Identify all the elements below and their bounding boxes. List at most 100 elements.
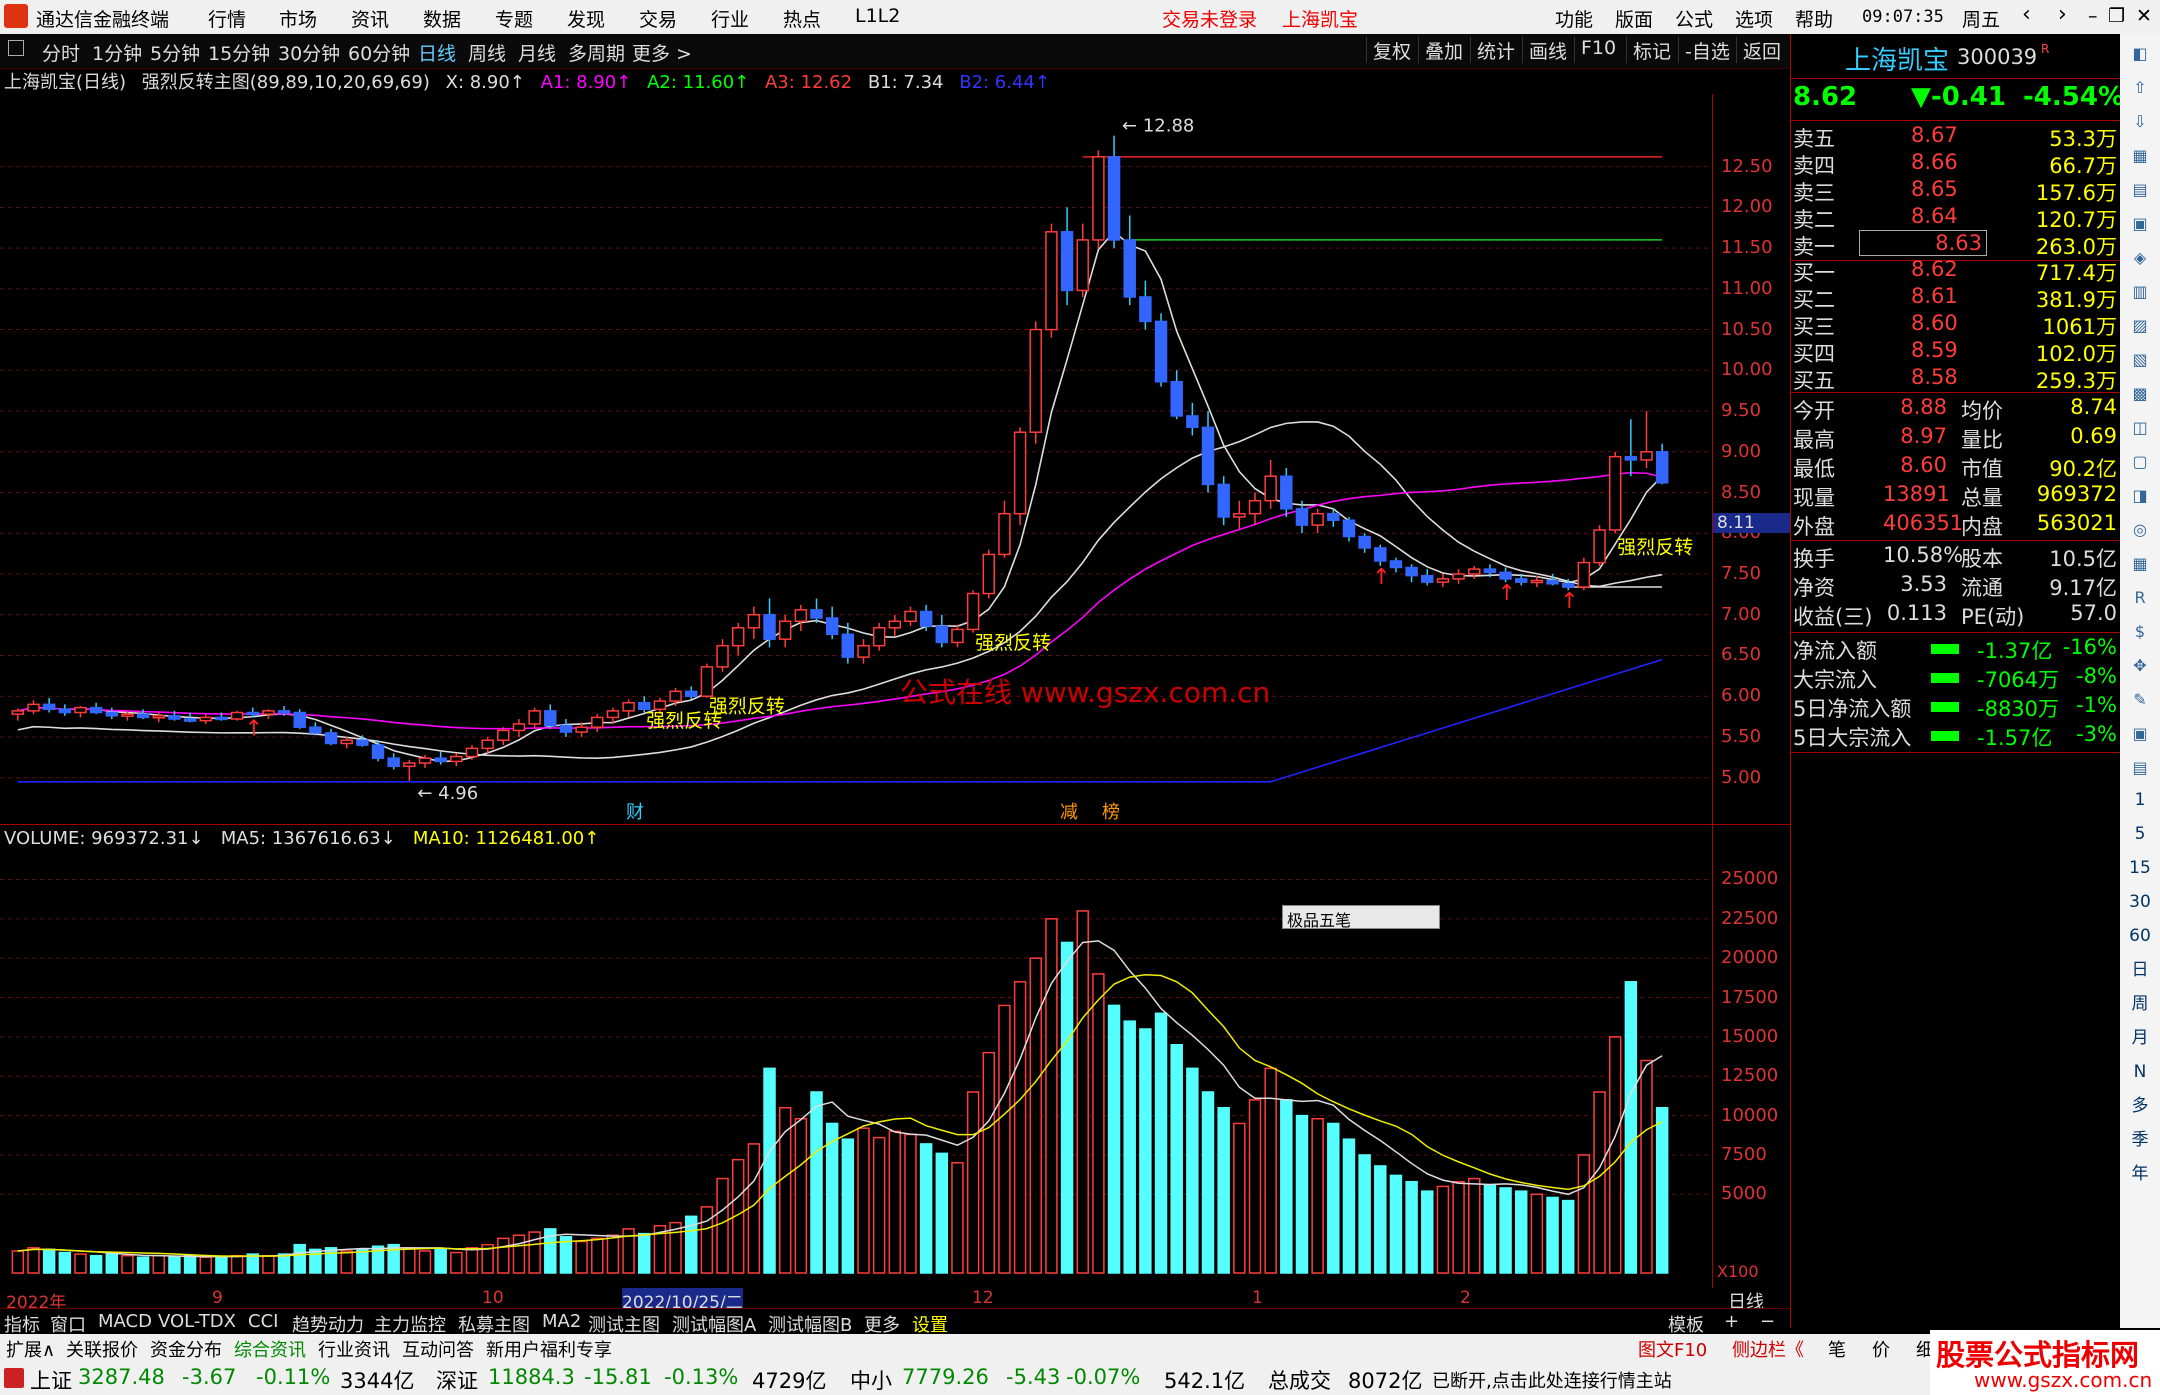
menu-item-jiaoyi[interactable]: 交易 [639,5,677,32]
tab-bi[interactable]: 笔 [1828,1336,1846,1362]
side-period-button[interactable]: 1 [2126,786,2154,814]
menu-item-zixun[interactable]: 资讯 [351,5,389,32]
side-tool-icon[interactable]: R [2128,586,2152,610]
side-period-button[interactable]: 周 [2126,990,2154,1018]
diejia-button[interactable]: 叠加 [1418,37,1469,63]
ime-toolbar[interactable]: 极品五笔 [1282,905,1440,930]
tab-hangyezixun[interactable]: 行业资讯 [318,1336,390,1362]
formula-name[interactable]: 强烈反转主图(89,89,10,20,69,69) [142,72,430,93]
menu-item-faxian[interactable]: 发现 [567,5,605,32]
menu-item-bangzhu[interactable]: 帮助 [1795,5,1833,32]
fuquan-button[interactable]: 复权 [1366,37,1417,63]
tab-guanlianbaojia[interactable]: 关联报价 [66,1336,138,1362]
side-tool-icon[interactable]: ▦ [2128,552,2152,576]
kline-chart-panel[interactable]: ← 12.88 ← 4.96 强烈反转 强烈反转 强烈反转 强烈反转 ↑ ↑ ↑ ↑ 公式在线 ww… [0,94,1712,824]
menu-item-shuju[interactable]: 数据 [423,5,461,32]
side-tool-icon[interactable]: $ [2128,620,2152,644]
period-tab-30min[interactable]: 30分钟 [278,39,340,66]
side-tool-icon[interactable]: ◧ [2128,42,2152,66]
side-tool-icon[interactable]: ✎ [2128,688,2152,712]
ask-row[interactable]: 卖一 8.63 263.0万 [1791,230,2121,259]
side-tool-icon[interactable]: ◫ [2128,416,2152,440]
forward-arrow-icon[interactable]: › [2058,2,2067,27]
period-tab-fenshi[interactable]: 分时 [42,39,80,66]
side-tool-icon[interactable]: ▣ [2128,212,2152,236]
side-tool-icon[interactable]: ✥ [2128,654,2152,678]
login-status[interactable]: 交易未登录 [1162,5,1257,32]
minimize-icon[interactable]: – [2088,5,2098,27]
side-tool-icon[interactable]: ⇧ [2128,76,2152,100]
side-tool-icon[interactable]: ▥ [2128,280,2152,304]
kline-chart-svg[interactable]: ← 12.88← 4.96强烈反转强烈反转强烈反转强烈反转↑↑↑ ↑公式在线 ww… [0,94,1712,824]
sh-label[interactable]: 上证 [30,1365,72,1395]
tab-ma2[interactable]: MA2 [542,1311,581,1332]
period-tab-month[interactable]: 月线 [518,39,556,66]
huaxian-button[interactable]: 画线 [1522,37,1573,63]
sidebar-toggle-button[interactable]: 侧边栏《 [1732,1336,1804,1362]
side-tool-icon[interactable]: ▣ [2128,722,2152,746]
bid-row[interactable]: 买二 8.61 381.9万 [1791,283,2121,312]
menu-item-zhuanti[interactable]: 专题 [495,5,533,32]
tongji-button[interactable]: 统计 [1470,37,1521,63]
menu-item-banmian[interactable]: 版面 [1615,5,1653,32]
menu-item-hangqing[interactable]: 行情 [208,5,246,32]
sz-label[interactable]: 深证 [436,1365,478,1395]
side-period-button[interactable]: 日 [2126,956,2154,984]
period-tab-week[interactable]: 周线 [468,39,506,66]
side-tool-icon[interactable]: ▩ [2128,382,2152,406]
menu-item-l1l2[interactable]: L1L2 [855,5,900,27]
f10-button[interactable]: F10 [1574,37,1622,63]
side-tool-icon[interactable]: ▤ [2128,178,2152,202]
side-period-button[interactable]: 5 [2126,820,2154,848]
side-period-button[interactable]: 多 [2126,1092,2154,1120]
side-period-button[interactable]: 月 [2126,1024,2154,1052]
tab-hudongwenda[interactable]: 互动问答 [402,1336,474,1362]
bid-row[interactable]: 买一 8.62 717.4万 [1791,256,2121,285]
side-tool-icon[interactable]: ⇩ [2128,110,2152,134]
menu-item-hangye[interactable]: 行业 [711,5,749,32]
period-tab-1min[interactable]: 1分钟 [92,39,142,66]
remove-window-button[interactable]: − [1760,1311,1775,1332]
zx-label[interactable]: 中小 [850,1365,892,1395]
bid-row[interactable]: 买五 8.58 259.3万 [1791,364,2121,393]
side-period-button[interactable]: N [2126,1058,2154,1086]
menu-item-redian[interactable]: 热点 [783,5,821,32]
side-period-button[interactable]: 季 [2126,1126,2154,1154]
panel-divider[interactable] [0,824,1790,825]
maximize-icon[interactable]: ❐ [2108,5,2125,27]
side-period-button[interactable]: 30 [2126,888,2154,916]
tab-zijinfenbu[interactable]: 资金分布 [150,1336,222,1362]
side-period-button[interactable]: 60 [2126,922,2154,950]
side-tool-icon[interactable]: ▤ [2128,756,2152,780]
side-period-button[interactable]: 15 [2126,854,2154,882]
tab-xinyonghu[interactable]: 新用户福利专享 [486,1336,612,1362]
ask-row[interactable]: 卖五 8.67 53.3万 [1791,122,2121,151]
panel-toggle-icon[interactable] [8,40,24,56]
period-tab-60min[interactable]: 60分钟 [348,39,410,66]
menu-item-shichang[interactable]: 市场 [279,5,317,32]
tuwen-f10-button[interactable]: 图文F10 [1638,1336,1707,1362]
side-tool-icon[interactable]: ◈ [2128,246,2152,270]
side-period-button[interactable]: 年 [2126,1160,2154,1188]
menu-item-gongneng[interactable]: 功能 [1555,5,1593,32]
ask-row[interactable]: 卖四 8.66 66.7万 [1791,149,2121,178]
side-tool-icon[interactable]: ▢ [2128,450,2152,474]
ask-row[interactable]: 卖二 8.64 120.7万 [1791,203,2121,232]
tab-vol-tdx[interactable]: VOL-TDX [158,1311,236,1332]
back-arrow-icon[interactable]: ‹ [2022,2,2031,27]
zixuan-button[interactable]: -自选 [1678,37,1736,63]
side-tool-icon[interactable]: ▨ [2128,314,2152,338]
biaoji-button[interactable]: 标记 [1626,37,1677,63]
ask-row[interactable]: 卖三 8.65 157.6万 [1791,176,2121,205]
period-tab-15min[interactable]: 15分钟 [208,39,270,66]
menu-item-gongshi[interactable]: 公式 [1675,5,1713,32]
tab-kuozhan[interactable]: 扩展∧ [6,1336,55,1362]
period-tab-more[interactable]: 更多 > [632,39,692,66]
side-tool-icon[interactable]: ◎ [2128,518,2152,542]
volume-chart-panel[interactable] [0,828,1712,1288]
tab-cci[interactable]: CCI [248,1311,278,1332]
period-tab-multi[interactable]: 多周期 [568,39,625,66]
fanhui-button[interactable]: 返回 [1736,37,1787,63]
side-tool-icon[interactable]: ▧ [2128,348,2152,372]
tab-jia[interactable]: 价 [1872,1336,1890,1362]
